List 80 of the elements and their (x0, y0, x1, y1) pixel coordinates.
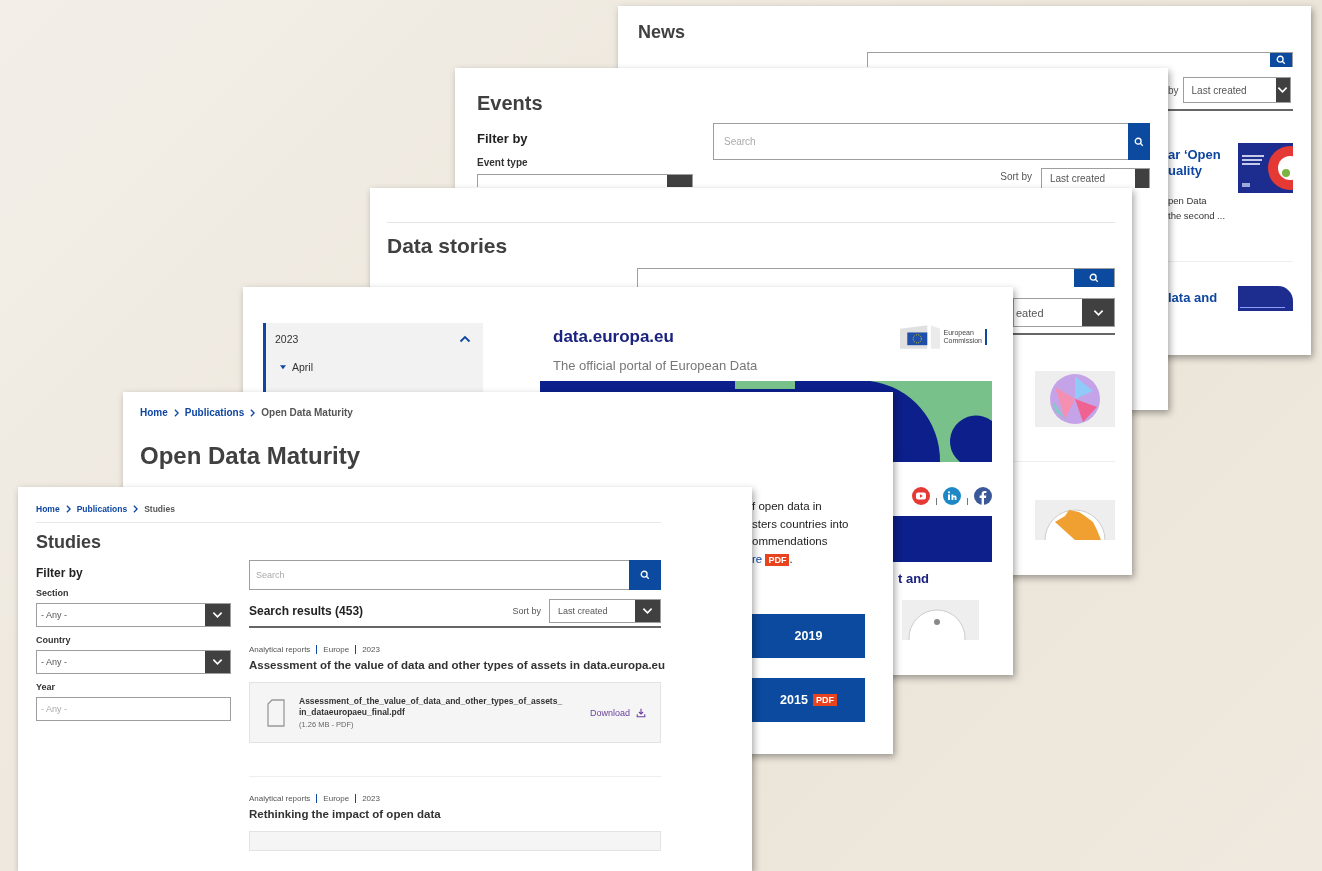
filter-label: Year (36, 682, 57, 692)
filter-label: Country (36, 635, 72, 645)
search-field[interactable] (867, 52, 1293, 67)
chevron-icon[interactable] (459, 335, 471, 343)
site-tagline: The official portal of European Data (552, 358, 759, 373)
chart-thumbnail[interactable] (902, 600, 979, 640)
intro-paragraph: f open data in sters countries into ommendations re PDF . (752, 499, 850, 568)
chevron-right-icon (65, 505, 71, 513)
filter-select[interactable] (477, 174, 693, 187)
sort-select[interactable]: Last created (1041, 168, 1150, 188)
filter-label: Section (36, 588, 70, 598)
sort-select[interactable]: Last created (1182, 77, 1291, 103)
result-title-link[interactable]: Rethinking the impact of open data (249, 808, 661, 820)
filter-input-field[interactable]: - Any - (36, 697, 231, 721)
social-icon[interactable] (912, 487, 930, 505)
page-title: Studies (36, 531, 102, 553)
tree-item[interactable]: April (292, 361, 313, 373)
social-icon[interactable] (943, 487, 961, 505)
breadcrumb-link[interactable]: Home (36, 503, 60, 515)
filter-label: Event type (477, 157, 529, 168)
search-button[interactable] (1270, 53, 1292, 67)
result-tag: 2023 (362, 645, 380, 654)
pdf-badge: PDF (765, 553, 790, 566)
file-name: Assessment_of_the_value_of_data_and_other_types_of_assets_ in_dataeuropaeu_final.pdf (299, 696, 563, 718)
result-tag: Analytical reports (249, 645, 311, 654)
filter-select[interactable]: - Any - (36, 650, 231, 674)
article-excerpt: pen Data the second ... (1168, 194, 1226, 223)
sort-select[interactable]: eated (1013, 298, 1115, 327)
results-heading: Search results (453) (249, 604, 364, 618)
breadcrumb-link[interactable]: Publications (76, 503, 128, 515)
page-title: Data stories (387, 233, 509, 259)
search-button[interactable] (1128, 123, 1150, 160)
result-tag: Europe (323, 794, 350, 803)
social-icon[interactable] (974, 487, 992, 505)
tree-item[interactable]: 2023 (275, 333, 299, 345)
sort-label: Sort by (512, 606, 541, 616)
year-report-button[interactable]: 2015 PDF (752, 678, 865, 722)
search-icon (1276, 55, 1286, 65)
chevron-right-icon (133, 505, 139, 513)
search-icon (1089, 273, 1099, 283)
sort-label: Sort by (1000, 171, 1032, 182)
radial-chart-thumbnail[interactable] (1035, 500, 1115, 540)
sort-label: by (1168, 84, 1179, 96)
result-tag: Analytical reports (249, 794, 311, 803)
breadcrumb-link[interactable]: Publications (184, 407, 245, 419)
chevron-right-icon (250, 409, 256, 417)
sort-select[interactable]: Last created (549, 599, 661, 623)
flag-building-logo-icon (900, 325, 941, 349)
breadcrumb-current: Open Data Maturity (261, 407, 353, 419)
search-field[interactable]: Search (249, 560, 629, 590)
banner-thumbnail[interactable] (1238, 286, 1293, 311)
search-icon (1134, 136, 1144, 147)
mosaic-circle-thumbnail[interactable] (1035, 371, 1115, 427)
breadcrumb-current: Studies (144, 503, 175, 515)
file-icon (267, 698, 285, 727)
result-tag: Europe (323, 645, 350, 654)
filter-heading: Filter by (477, 131, 529, 147)
article-title-link[interactable]: lata and (1168, 290, 1218, 306)
chevron-right-icon (173, 409, 179, 417)
breadcrumb-link[interactable]: Home (140, 407, 168, 419)
search-button[interactable] (629, 560, 661, 590)
search-icon (640, 570, 650, 580)
report-link[interactable]: re (752, 552, 763, 565)
search-field[interactable]: Search (713, 123, 1128, 160)
article-title-link[interactable]: ar ‘Open uality (1168, 147, 1226, 179)
page-title: Open Data Maturity (140, 441, 362, 471)
poster-thumbnail[interactable] (1238, 143, 1293, 193)
download-icon[interactable] (636, 707, 646, 718)
site-name[interactable]: data.europa.eu (553, 327, 674, 347)
article-title-link[interactable]: t and (898, 571, 992, 586)
result-tag: 2023 (362, 794, 380, 803)
search-button[interactable] (1074, 269, 1114, 287)
search-field[interactable] (637, 268, 1115, 287)
download-link[interactable]: Download (589, 707, 630, 718)
year-report-button[interactable]: 2019 (752, 614, 865, 658)
page-title: News (638, 21, 687, 44)
filter-select[interactable]: - Any - (36, 603, 231, 627)
page-title: Events (477, 91, 544, 116)
filter-heading: Filter by (36, 566, 84, 580)
triangle-icon[interactable] (280, 364, 286, 370)
